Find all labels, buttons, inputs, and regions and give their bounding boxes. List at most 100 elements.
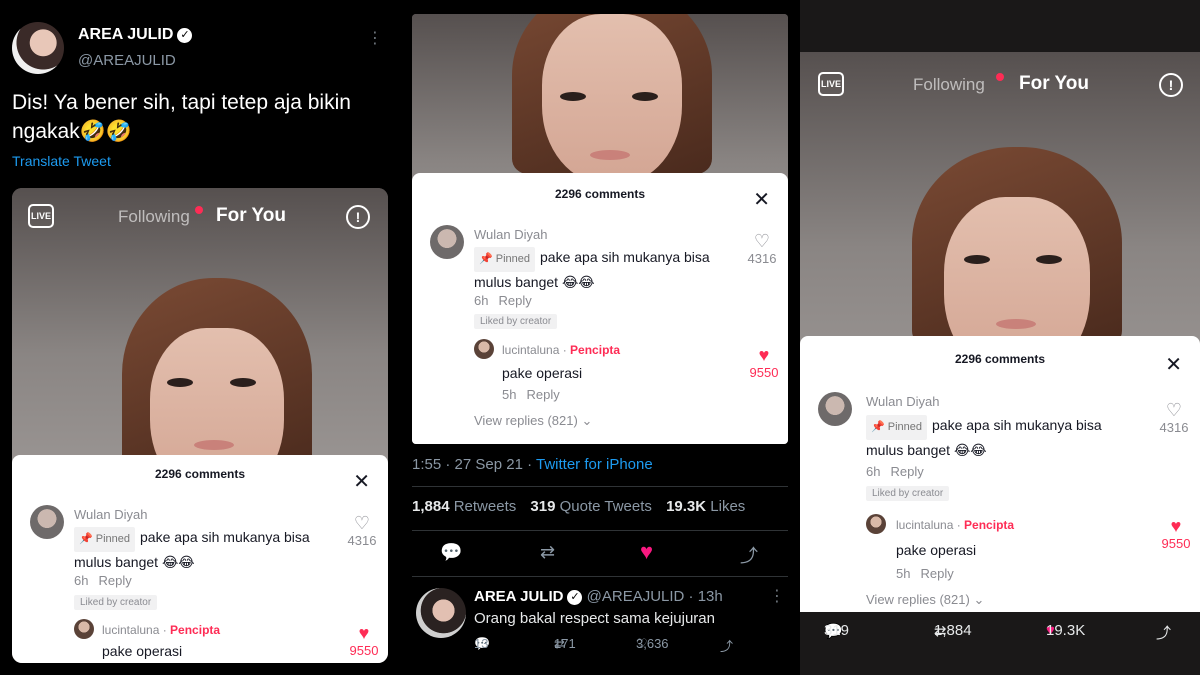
divider	[412, 486, 788, 487]
creator-reply-like[interactable]: ♥ 9550	[744, 345, 784, 380]
heart-filled-icon[interactable]: ♥	[1156, 516, 1196, 536]
liked-by-creator-badge: Liked by creator	[474, 314, 558, 329]
creator-badge: Pencipta	[170, 623, 221, 637]
comment-text: 📌 Pinned pake apa sih mukanya bisa mulus …	[474, 247, 710, 290]
reply-icon[interactable]: 💬	[440, 542, 462, 563]
comments-count: 2296 comments	[154, 467, 246, 481]
avatar[interactable]	[416, 588, 466, 638]
tweet-text: Dis! Ya bener sih, tapi tetep aja bikin …	[12, 91, 351, 143]
creator-avatar[interactable]	[474, 339, 494, 359]
comment-text: 📌 Pinned pake apa sih mukanya bisa mulus …	[866, 415, 1102, 458]
creator-badge: Pencipta	[570, 343, 621, 357]
tweet-panel-left: AREA JULID ✓ @AREAJULID ⋮ Dis! Ya bener s…	[0, 0, 400, 675]
tweet-timestamp: 1:55 · 27 Sep 21 · Twitter for iPhone	[412, 456, 653, 473]
likes-stat[interactable]: 19.3K Likes	[666, 498, 745, 515]
divider	[412, 530, 788, 531]
liked-by-creator-badge: Liked by creator	[74, 595, 158, 610]
creator-reply-meta: 5h Reply	[896, 566, 954, 581]
view-replies-link[interactable]: View replies (821) ⌄	[474, 413, 592, 429]
share-icon[interactable]: ⤴	[720, 636, 733, 655]
share-icon[interactable]: ⤴	[1156, 622, 1171, 643]
reply-author[interactable]: AREA JULID ✓ @AREAJULID · 13h	[474, 588, 723, 605]
more-options-icon[interactable]: ⋮	[769, 586, 786, 606]
reply-button[interactable]: Reply	[498, 293, 531, 308]
pinned-badge: 📌 Pinned	[474, 247, 536, 272]
chevron-down-icon: ⌄	[581, 413, 593, 428]
creator-badge: Pencipta	[964, 518, 1015, 532]
close-icon[interactable]: ✕	[353, 469, 370, 494]
pinned-badge: 📌 Pinned	[866, 415, 928, 440]
person-image	[512, 14, 712, 184]
creator-name[interactable]: lucintaluna · Pencipta	[102, 623, 220, 637]
tweet-source-link[interactable]: Twitter for iPhone	[536, 456, 653, 473]
comment-sheet: 2296 comments ✕ Wulan Diyah 📌 Pinned pake…	[12, 455, 388, 663]
retweet-icon[interactable]: ⇄	[540, 542, 555, 563]
avatar[interactable]	[12, 22, 64, 74]
author-handle[interactable]: @AREAJULID	[78, 52, 176, 69]
tiktok-top-bar: LIVE Following For You !	[12, 204, 388, 234]
creator-name[interactable]: lucintaluna · Pencipta	[896, 518, 1014, 532]
commenter-name[interactable]: Wulan Diyah	[74, 507, 147, 522]
comment-meta: 6h Reply	[474, 293, 532, 308]
commenter-avatar[interactable]	[30, 505, 64, 539]
tweet-header: AREA JULID ✓ @AREAJULID ⋮	[12, 14, 392, 84]
heart-outline-icon[interactable]: ♡	[342, 513, 382, 533]
chevron-down-icon: ⌄	[973, 592, 985, 607]
comment-like[interactable]: ♡ 4316	[342, 513, 382, 548]
heart-outline-icon[interactable]: ♡	[742, 231, 782, 251]
like-icon[interactable]: ♥	[640, 539, 653, 565]
creator-reply-like[interactable]: ♥ 9550	[1156, 516, 1196, 551]
liked-by-creator-badge: Liked by creator	[866, 486, 950, 501]
heart-filled-icon[interactable]: ♥	[744, 345, 784, 365]
tab-following[interactable]: Following	[913, 75, 985, 95]
commenter-avatar[interactable]	[430, 225, 464, 259]
retweets-stat[interactable]: 1,884 Retweets	[412, 498, 516, 515]
commenter-avatar[interactable]	[818, 392, 852, 426]
creator-avatar[interactable]	[866, 514, 886, 534]
creator-reply-text: pake operasi	[502, 365, 583, 381]
live-icon[interactable]: LIVE	[818, 72, 844, 96]
heart-filled-icon[interactable]: ♥	[344, 623, 384, 643]
heart-outline-icon[interactable]: ♡	[1154, 400, 1194, 420]
close-icon[interactable]: ✕	[1165, 352, 1182, 377]
comment-like[interactable]: ♡ 4316	[1154, 400, 1194, 435]
reply-button[interactable]: Reply	[890, 464, 923, 479]
creator-reply-meta: 5h Reply	[502, 387, 560, 402]
view-replies-link[interactable]: View replies (821) ⌄	[866, 592, 984, 608]
more-options-icon[interactable]: ⋮	[367, 28, 384, 48]
tab-for-you[interactable]: For You	[1019, 73, 1089, 95]
live-icon[interactable]: LIVE	[28, 204, 54, 228]
author-name[interactable]: AREA JULID ✓	[78, 26, 193, 44]
comment-text: 📌 Pinned pake apa sih mukanya bisa mulus …	[74, 527, 310, 570]
comment-meta: 6h Reply	[866, 464, 924, 479]
alert-icon[interactable]: !	[346, 205, 370, 229]
alert-icon[interactable]: !	[1159, 73, 1183, 97]
commenter-name[interactable]: Wulan Diyah	[866, 394, 939, 409]
tweet-actions: 💬 ⇄ ♥ ⤴	[400, 539, 800, 568]
tweet-panel-middle: 2296 comments ✕ Wulan Diyah 📌 Pinned pake…	[400, 0, 800, 675]
creator-name[interactable]: lucintaluna · Pencipta	[502, 343, 620, 357]
comment-like[interactable]: ♡ 4316	[742, 231, 782, 266]
reply-button[interactable]: Reply	[920, 566, 953, 581]
creator-avatar[interactable]	[74, 619, 94, 639]
creator-reply-like[interactable]: ♥ 9550	[344, 623, 384, 658]
tab-for-you[interactable]: For You	[216, 205, 286, 227]
reply-button[interactable]: Reply	[98, 573, 131, 588]
verified-icon: ✓	[177, 28, 193, 43]
comments-count: 2296 comments	[554, 187, 646, 201]
close-icon[interactable]: ✕	[753, 187, 770, 212]
reply-tweet[interactable]: AREA JULID ✓ @AREAJULID · 13h ⋮ Orang bak…	[412, 582, 792, 672]
author-name-text: AREA JULID	[78, 26, 174, 43]
pinned-badge: 📌 Pinned	[74, 527, 136, 552]
translate-tweet-link[interactable]: Translate Tweet	[12, 153, 111, 169]
verified-icon: ✓	[567, 590, 583, 605]
tiktok-top-bar: LIVE Following For You !	[800, 72, 1200, 102]
quotes-stat[interactable]: 319 Quote Tweets	[530, 498, 651, 515]
share-icon[interactable]: ⤴	[740, 542, 758, 568]
commenter-name[interactable]: Wulan Diyah	[474, 227, 547, 242]
tab-following[interactable]: Following	[118, 207, 190, 227]
reply-button[interactable]: Reply	[526, 387, 559, 402]
tiktok-screenshot: 2296 comments ✕ Wulan Diyah 📌 Pinned pake…	[412, 14, 788, 444]
tweet-panel-right: LIVE Following For You ! 2296 comments ✕…	[800, 0, 1200, 675]
reply-text: Orang bakal respect sama kejujuran	[474, 610, 715, 627]
